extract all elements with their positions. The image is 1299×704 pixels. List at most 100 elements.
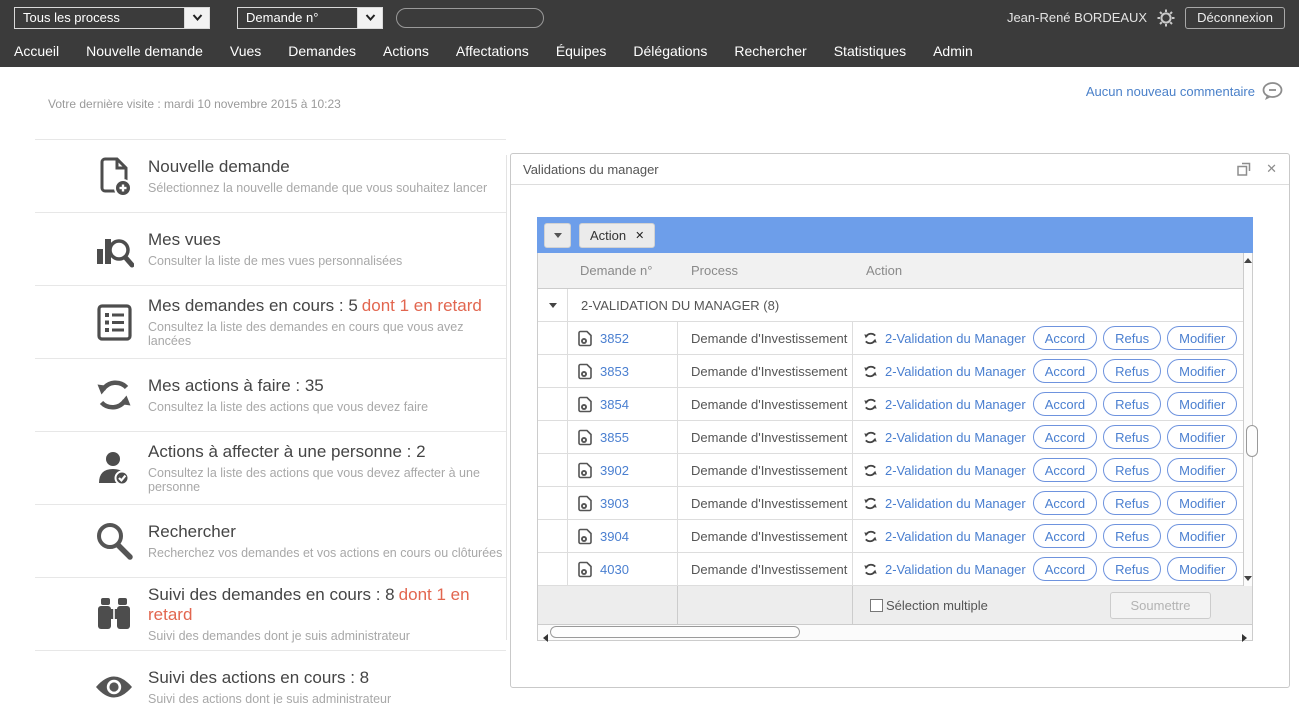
- table-row: 3902 Demande d'Investissement 2-Validati…: [538, 454, 1243, 487]
- refus-button[interactable]: Refus: [1103, 524, 1161, 548]
- nav-item-demandes[interactable]: Demandes: [288, 43, 356, 59]
- modifier-button[interactable]: Modifier: [1167, 425, 1237, 449]
- nav-item-delegations[interactable]: Délégations: [633, 43, 707, 59]
- menu-item-actions-a-affecter[interactable]: Actions à affecter à une personne : 2 Co…: [35, 431, 506, 504]
- table-row: 3853 Demande d'Investissement 2-Validati…: [538, 355, 1243, 388]
- request-doc-icon: [578, 561, 593, 578]
- request-doc-icon: [578, 330, 593, 347]
- request-id-link[interactable]: 3854: [600, 397, 629, 412]
- nav-item-admin[interactable]: Admin: [933, 43, 973, 59]
- menu-item-mes-demandes[interactable]: Mes demandes en cours : 5dont 1 en retar…: [35, 285, 506, 358]
- menu-item-rechercher[interactable]: Rechercher Recherchez vos demandes et vo…: [35, 504, 506, 577]
- scroll-down-arrow[interactable]: [1244, 576, 1252, 581]
- column-header-demande[interactable]: Demande n°: [568, 263, 678, 278]
- person-check-icon: [93, 448, 135, 488]
- search-input[interactable]: [396, 8, 544, 28]
- action-link[interactable]: 2-Validation du Manager: [885, 529, 1026, 544]
- request-id-link[interactable]: 3904: [600, 529, 629, 544]
- vertical-scrollbar-thumb[interactable]: [1246, 425, 1258, 457]
- vertical-scrollbar[interactable]: [1243, 253, 1252, 586]
- menu-item-suivi-actions[interactable]: Suivi des actions en cours : 8 Suivi des…: [35, 650, 506, 704]
- menu-item-subtitle: Recherchez vos demandes et vos actions e…: [148, 546, 502, 560]
- column-header-process[interactable]: Process: [678, 263, 853, 278]
- modifier-button[interactable]: Modifier: [1167, 326, 1237, 350]
- accord-button[interactable]: Accord: [1033, 491, 1097, 515]
- refus-button[interactable]: Refus: [1103, 326, 1161, 350]
- scroll-right-arrow[interactable]: [1242, 629, 1247, 647]
- nav-item-actions[interactable]: Actions: [383, 43, 429, 59]
- refus-button[interactable]: Refus: [1103, 491, 1161, 515]
- menu-item-title: Mes demandes en cours : 5: [148, 296, 358, 315]
- filter-chip-action[interactable]: Action ✕: [579, 223, 655, 248]
- refus-button[interactable]: Refus: [1103, 458, 1161, 482]
- request-id-link[interactable]: 3855: [600, 430, 629, 445]
- request-id-link[interactable]: 3852: [600, 331, 629, 346]
- filter-dropdown-button[interactable]: [544, 223, 571, 248]
- nav-item-vues[interactable]: Vues: [230, 43, 261, 59]
- request-id-link[interactable]: 4030: [600, 562, 629, 577]
- process-filter-select[interactable]: Tous les process: [14, 7, 210, 29]
- remove-filter-icon[interactable]: ✕: [635, 230, 644, 241]
- refus-button[interactable]: Refus: [1103, 392, 1161, 416]
- modifier-button[interactable]: Modifier: [1167, 458, 1237, 482]
- popout-icon[interactable]: [1237, 162, 1251, 176]
- action-link[interactable]: 2-Validation du Manager: [885, 331, 1026, 346]
- modifier-button[interactable]: Modifier: [1167, 392, 1237, 416]
- gear-icon[interactable]: [1157, 9, 1175, 27]
- binoculars-icon: [93, 595, 135, 633]
- refus-button[interactable]: Refus: [1103, 425, 1161, 449]
- horizontal-scrollbar-thumb[interactable]: [550, 626, 800, 638]
- column-header-action[interactable]: Action: [853, 263, 1243, 278]
- menu-item-mes-actions[interactable]: Mes actions à faire : 35 Consultez la li…: [35, 358, 506, 431]
- menu-item-title: Rechercher: [148, 522, 236, 541]
- horizontal-scrollbar[interactable]: [537, 624, 1253, 641]
- nav-item-equipes[interactable]: Équipes: [556, 43, 607, 59]
- accord-button[interactable]: Accord: [1033, 458, 1097, 482]
- request-id-link[interactable]: 3903: [600, 496, 629, 511]
- modifier-button[interactable]: Modifier: [1167, 557, 1237, 581]
- accord-button[interactable]: Accord: [1033, 425, 1097, 449]
- accord-button[interactable]: Accord: [1033, 326, 1097, 350]
- action-link[interactable]: 2-Validation du Manager: [885, 496, 1026, 511]
- refus-button[interactable]: Refus: [1103, 359, 1161, 383]
- search-type-select[interactable]: Demande n°: [237, 7, 383, 29]
- action-link[interactable]: 2-Validation du Manager: [885, 430, 1026, 445]
- modifier-button[interactable]: Modifier: [1167, 359, 1237, 383]
- action-link[interactable]: 2-Validation du Manager: [885, 397, 1026, 412]
- request-id-link[interactable]: 3853: [600, 364, 629, 379]
- accord-button[interactable]: Accord: [1033, 392, 1097, 416]
- action-link[interactable]: 2-Validation du Manager: [885, 562, 1026, 577]
- menu-item-title: Actions à affecter à une personne : 2: [148, 442, 426, 461]
- table-row: 3903 Demande d'Investissement 2-Validati…: [538, 487, 1243, 520]
- process-filter-value: Tous les process: [15, 8, 184, 28]
- nav-item-accueil[interactable]: Accueil: [14, 43, 59, 59]
- comments-link[interactable]: Aucun nouveau commentaire: [1086, 82, 1283, 101]
- menu-item-mes-vues[interactable]: Mes vues Consulter la liste de mes vues …: [35, 212, 506, 285]
- close-icon[interactable]: ✕: [1266, 163, 1277, 176]
- nav-item-rechercher[interactable]: Rechercher: [734, 43, 806, 59]
- collapse-group-button[interactable]: [538, 289, 568, 321]
- modifier-button[interactable]: Modifier: [1167, 524, 1237, 548]
- submit-button[interactable]: Soumettre: [1110, 592, 1211, 619]
- menu-item-suivi-demandes[interactable]: Suivi des demandes en cours : 8dont 1 en…: [35, 577, 506, 650]
- multi-select-checkbox[interactable]: [870, 599, 883, 612]
- nav-item-affectations[interactable]: Affectations: [456, 43, 529, 59]
- accord-button[interactable]: Accord: [1033, 359, 1097, 383]
- menu-item-title: Mes actions à faire : 35: [148, 376, 324, 395]
- nav-item-nouvelle-demande[interactable]: Nouvelle demande: [86, 43, 203, 59]
- scroll-left-arrow[interactable]: [543, 629, 548, 647]
- accord-button[interactable]: Accord: [1033, 557, 1097, 581]
- menu-item-title: Suivi des demandes en cours : 8: [148, 585, 395, 604]
- action-link[interactable]: 2-Validation du Manager: [885, 463, 1026, 478]
- modifier-button[interactable]: Modifier: [1167, 491, 1237, 515]
- table-row: 3904 Demande d'Investissement 2-Validati…: [538, 520, 1243, 553]
- nav-item-statistiques[interactable]: Statistiques: [834, 43, 906, 59]
- request-id-link[interactable]: 3902: [600, 463, 629, 478]
- action-link[interactable]: 2-Validation du Manager: [885, 364, 1026, 379]
- menu-item-nouvelle-demande[interactable]: Nouvelle demande Sélectionnez la nouvell…: [35, 139, 506, 212]
- menu-item-alert: dont 1 en retard: [362, 296, 482, 315]
- refus-button[interactable]: Refus: [1103, 557, 1161, 581]
- accord-button[interactable]: Accord: [1033, 524, 1097, 548]
- scroll-up-arrow[interactable]: [1244, 258, 1252, 263]
- logout-button[interactable]: Déconnexion: [1185, 7, 1285, 29]
